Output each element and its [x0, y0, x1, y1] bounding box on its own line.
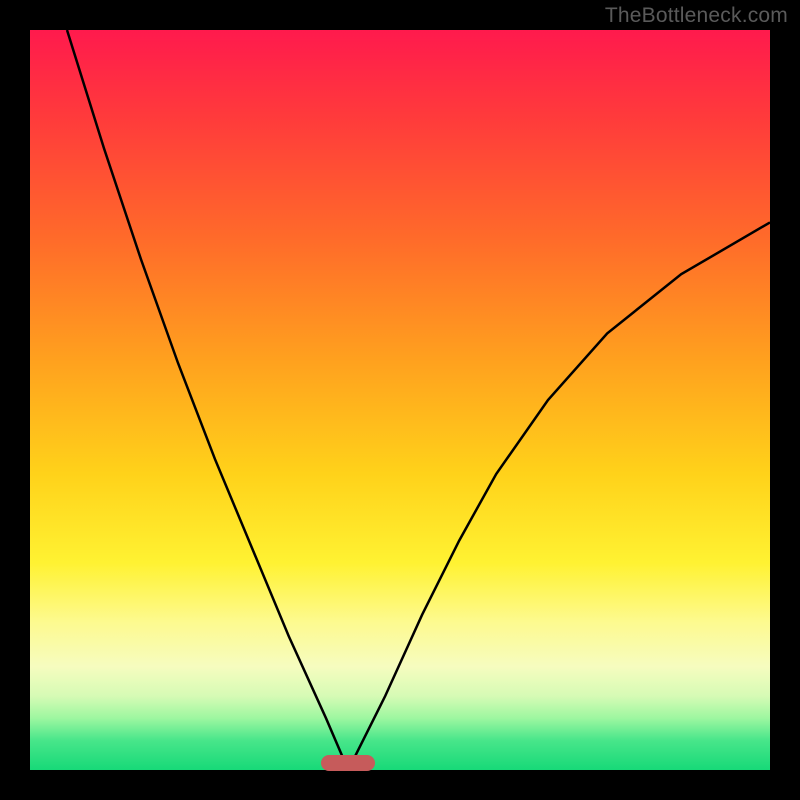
curves-svg	[30, 30, 770, 770]
left-curve	[67, 30, 348, 770]
bottleneck-marker	[321, 755, 375, 771]
plot-area	[30, 30, 770, 770]
watermark-text: TheBottleneck.com	[605, 4, 788, 28]
right-curve	[348, 222, 770, 770]
chart-frame: TheBottleneck.com	[0, 0, 800, 800]
